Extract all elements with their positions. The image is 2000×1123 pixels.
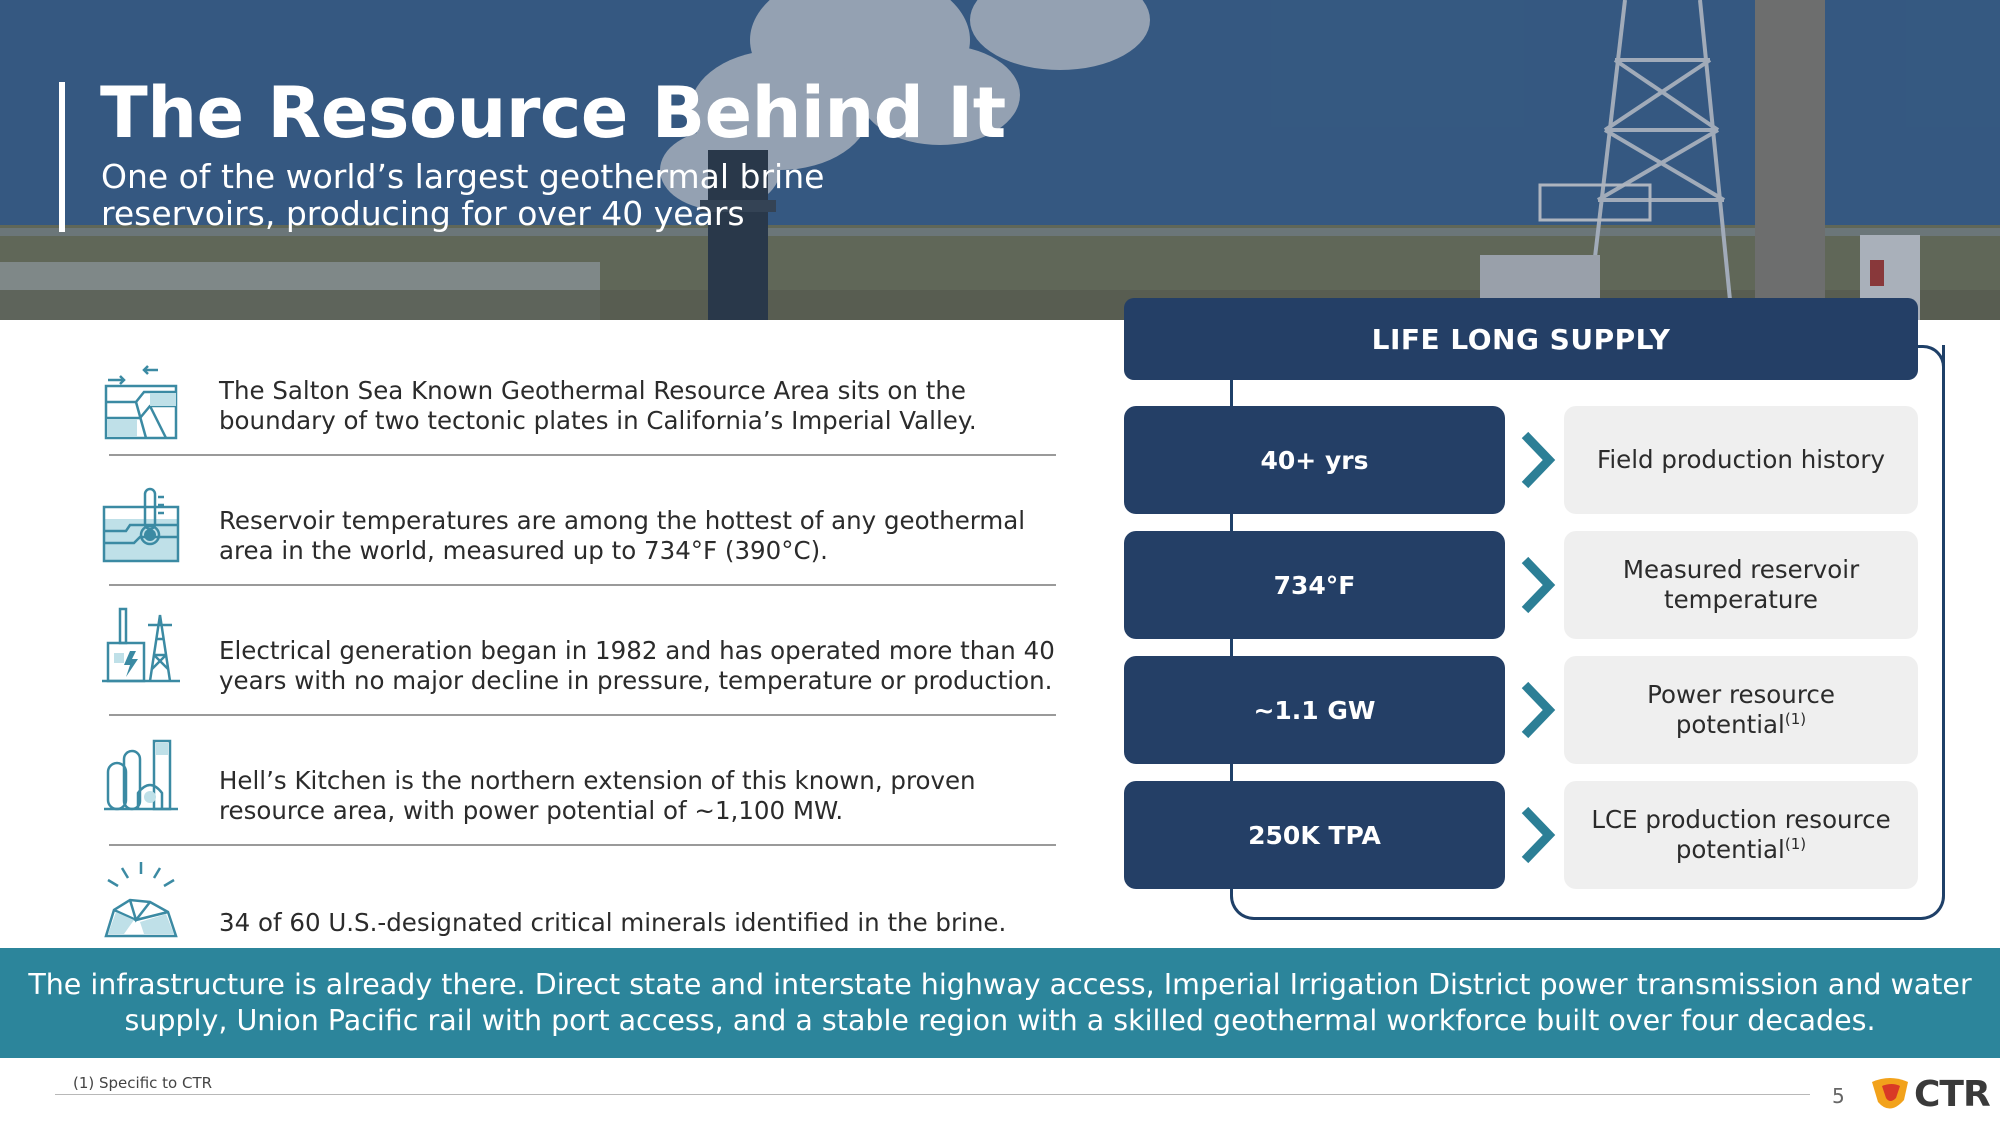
chevron-right-icon [1521,806,1556,864]
minerals-rock-icon [104,862,178,938]
divider [109,454,1056,456]
metric-value: 250K TPA [1124,781,1505,889]
infrastructure-text: The infrastructure is already there. Dir… [28,968,1972,1037]
thermometer-reservoir-icon [102,487,180,563]
tectonic-plates-icon [104,365,178,440]
feature-item: Reservoir temperatures are among the hot… [95,470,1065,600]
feature-text: Reservoir temperatures are among the hot… [219,506,1026,565]
hero-banner: The Resource Behind It One of the world’… [0,0,2000,320]
metric-description: LCE production resource potential(1) [1564,781,1918,889]
metric-description: Power resource potential(1) [1564,656,1918,764]
feature-item: The Salton Sea Known Geothermal Resource… [95,340,1065,470]
supply-row: ~1.1 GW Power resource potential(1) [1124,656,1918,764]
infrastructure-banner: The infrastructure is already there. Dir… [0,948,2000,1058]
metric-description: Measured reservoir temperature [1564,531,1918,639]
divider [109,844,1056,846]
metric-description-text: Measured reservoir temperature [1622,555,1860,614]
footer-divider [55,1094,1810,1095]
divider [109,714,1056,716]
metric-description-text: Field production history [1597,445,1885,474]
power-plant-icon [102,607,180,683]
supply-row: 734°F Measured reservoir temperature [1124,531,1918,639]
feature-text: The Salton Sea Known Geothermal Resource… [219,376,977,435]
metric-value: 734°F [1124,531,1505,639]
chevron-right-icon [1521,556,1556,614]
metric-value: 40+ yrs [1124,406,1505,514]
chevron-right-icon [1521,431,1556,489]
feature-item: Hell’s Kitchen is the northern extension… [95,730,1065,860]
divider [109,584,1056,586]
page-subtitle: One of the world’s largest geothermal br… [101,157,825,233]
footnote-marker: (1) [1784,834,1807,853]
feature-item: Electrical generation began in 1982 and … [95,600,1065,730]
page-number: 5 [1832,1084,1845,1108]
chevron-right-icon [1521,681,1556,739]
page-title: The Resource Behind It [100,72,1006,154]
supply-row: 40+ yrs Field production history [1124,406,1918,514]
metric-description: Field production history [1564,406,1918,514]
metric-description-text: Power resource potential [1647,680,1835,739]
feature-text: Electrical generation began in 1982 and … [219,636,1055,695]
metric-description-text: LCE production resource potential [1591,805,1891,864]
feature-text: 34 of 60 U.S.-designated critical minera… [219,908,1007,937]
logo-text: CTR [1914,1074,1991,1115]
supply-row: 250K TPA LCE production resource potenti… [1124,781,1918,889]
feature-text: Hell’s Kitchen is the northern extension… [219,766,976,825]
metric-value: ~1.1 GW [1124,656,1505,764]
storage-tanks-icon [104,739,178,811]
title-accent-bar [59,82,65,232]
footnote: (1) Specific to CTR [73,1074,213,1092]
footnote-marker: (1) [1784,709,1807,728]
supply-panel-header: LIFE LONG SUPPLY [1124,298,1918,380]
